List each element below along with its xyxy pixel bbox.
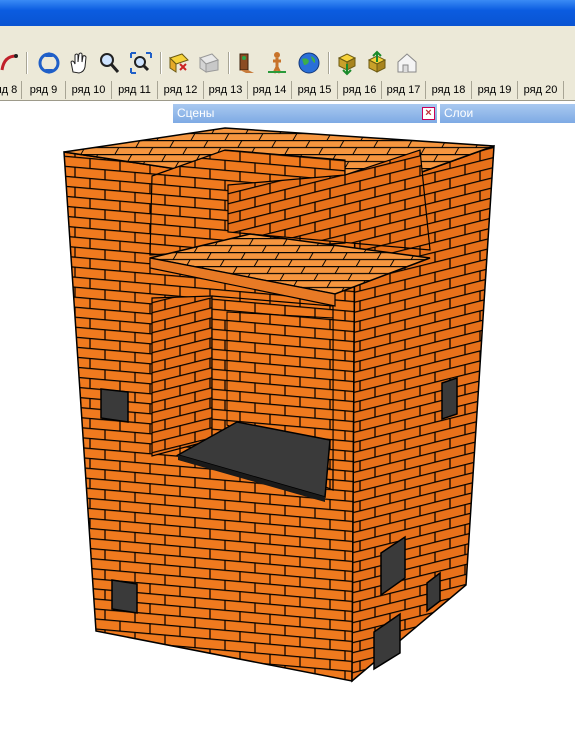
scenes-panel-label: Сцены — [177, 106, 215, 120]
main-toolbar — [0, 46, 575, 81]
close-icon[interactable]: × — [422, 107, 435, 120]
warehouse-house-icon[interactable] — [394, 50, 420, 76]
hidden-geometry-icon[interactable] — [196, 50, 222, 76]
tab-ryad-19[interactable]: ряд 19 — [472, 81, 518, 99]
tab-ryad-11[interactable]: ряд 11 — [112, 81, 158, 99]
follow-me-person-icon[interactable] — [264, 50, 290, 76]
tab-ryad-20[interactable]: ряд 20 — [518, 81, 564, 99]
window-title-bar — [0, 0, 575, 26]
zoom-icon[interactable] — [96, 50, 122, 76]
tab-ryad-12[interactable]: ряд 12 — [158, 81, 204, 99]
right-vent-door — [441, 376, 458, 421]
oven-opening — [151, 295, 213, 457]
get-models-icon[interactable] — [334, 50, 360, 76]
tab-ryad-15[interactable]: ряд 15 — [292, 81, 338, 99]
left-vent-door — [100, 388, 129, 423]
tab-ryad-9[interactable]: ряд 9 — [22, 81, 66, 99]
tab-ryad-16[interactable]: ряд 16 — [338, 81, 382, 99]
orbit-icon[interactable] — [36, 50, 62, 76]
section-plane-icon[interactable] — [166, 50, 192, 76]
arc-tool-icon[interactable] — [0, 50, 22, 76]
zoom-extents-icon[interactable] — [128, 50, 154, 76]
tab-ryad-17[interactable]: ряд 17 — [382, 81, 426, 99]
share-model-icon[interactable] — [364, 50, 390, 76]
brick-stove-model — [63, 127, 495, 683]
scene-tabs-bar: ряд 8 ряд 9 ряд 10 ряд 11 ряд 12 ряд 13 … — [0, 80, 575, 101]
component-icon[interactable] — [234, 50, 260, 76]
scenes-panel-title[interactable]: Сцены × — [173, 104, 437, 123]
lower-left-door — [111, 579, 138, 614]
tab-ryad-8[interactable]: ряд 8 — [0, 81, 22, 99]
tab-ryad-18[interactable]: ряд 18 — [426, 81, 472, 99]
tab-ryad-10[interactable]: ряд 10 — [66, 81, 112, 99]
pan-hand-icon[interactable] — [66, 50, 92, 76]
layers-panel-label: Слои — [444, 106, 474, 120]
tab-ryad-14[interactable]: ряд 14 — [248, 81, 292, 99]
earth-icon[interactable] — [296, 50, 322, 76]
model-viewport[interactable] — [0, 101, 575, 739]
menu-bar — [0, 26, 575, 47]
layers-panel-title[interactable]: Слои — [440, 104, 575, 123]
tab-ryad-13[interactable]: ряд 13 — [204, 81, 248, 99]
